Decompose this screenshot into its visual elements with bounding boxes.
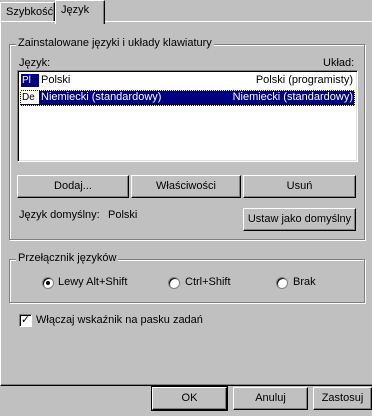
properties-button-label: Właściwości [156,180,216,192]
installed-languages-group-title: Zainstalowane języki i układy klawiatury [16,37,214,49]
add-button[interactable]: Dodaj... [17,175,129,198]
taskbar-indicator-label[interactable]: Włączaj wskaźnik na pasku zadań [36,314,203,326]
layout-column-header: Układ: [323,57,355,69]
set-default-button-label: Ustaw jako domyślny [247,213,352,225]
radio-dot [46,281,50,285]
ok-button-label: OK [181,392,198,404]
list-item-german[interactable]: De Niemiecki (standardowy) Niemiecki (st… [20,90,355,106]
ok-button[interactable]: OK [151,386,228,411]
language-column-header: Język: [19,57,51,69]
tab-speed-label: Szybkość [6,6,54,18]
apply-button[interactable]: Zastosuj [313,387,372,410]
properties-button[interactable]: Właściwości [131,175,241,198]
list-item-layout: Niemiecki (standardowy) [232,91,353,103]
radio-ctrl-shift-label[interactable]: Ctrl+Shift [185,276,231,288]
remove-button-label: Usuń [286,180,313,192]
apply-button-label: Zastosuj [321,392,364,404]
cancel-button[interactable]: Anuluj [233,387,308,410]
list-item-polish[interactable]: Pl Polski Polski (programisty) [20,73,355,89]
radio-ctrl-shift[interactable] [168,277,180,289]
radio-none-label[interactable]: Brak [293,276,316,288]
locale-icon-de: De [21,91,39,104]
keyboard-properties-dialog: Szybkość Język Zainstalowane języki i uk… [0,0,372,416]
remove-button[interactable]: Usuń [243,175,356,198]
installed-languages-list[interactable]: Pl Polski Polski (programisty) De Niemie… [17,70,358,162]
add-button-label: Dodaj... [54,180,92,192]
tab-speed[interactable]: Szybkość [0,2,55,22]
default-language-value: Polski [108,209,138,221]
taskbar-indicator-checkbox[interactable]: ✓ [19,314,32,327]
language-switch-group-title: Przełącznik języków [16,252,119,264]
default-language-label: Język domyślny: [19,209,100,221]
list-item-language: Polski [41,74,71,86]
locale-icon-pl: Pl [21,74,39,87]
radio-none[interactable] [276,277,288,289]
set-default-button[interactable]: Ustaw jako domyślny [243,208,356,231]
list-item-language: Niemiecki (standardowy) [41,91,162,103]
cancel-button-label: Anuluj [255,392,286,404]
radio-left-alt-shift[interactable] [42,277,54,289]
tab-language-label: Język [61,4,90,16]
list-item-layout: Polski (programisty) [255,74,353,86]
tab-language[interactable]: Język [55,0,105,24]
radio-left-alt-shift-label[interactable]: Lewy Alt+Shift [58,276,127,288]
